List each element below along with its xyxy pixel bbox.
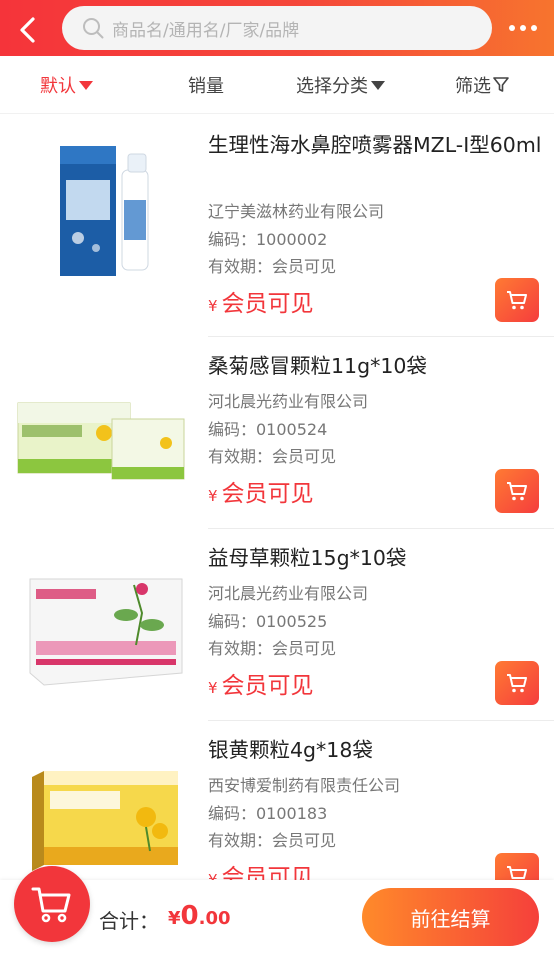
- sangju-ganmao-box-image: [17, 402, 185, 480]
- shopping-cart-button[interactable]: [14, 866, 90, 942]
- product-price: ¥会员可见: [208, 666, 314, 700]
- price-currency: ¥: [208, 297, 218, 315]
- filter-bar: 默认 销量 选择分类 筛选: [0, 56, 554, 114]
- product-name: 生理性海水鼻腔喷雾器MZL-I型60ml: [208, 133, 542, 157]
- caret-down-icon: [371, 80, 385, 90]
- product-item[interactable]: 益母草颗粒15g*10袋 河北晨光药业有限公司 编码：0100525 有效期：会…: [0, 529, 554, 720]
- total-currency: ¥: [168, 908, 181, 929]
- price-text: 会员可见: [221, 481, 314, 507]
- add-to-cart-button[interactable]: [495, 469, 539, 513]
- product-name: 益母草颗粒15g*10袋: [208, 546, 407, 570]
- cart-icon: [507, 482, 527, 501]
- product-expiry: 有效期：会员可见: [208, 639, 337, 658]
- product-price: ¥会员可见: [208, 474, 314, 508]
- top-bar: 商品名/通用名/厂家/品牌: [0, 0, 554, 56]
- checkout-button[interactable]: 前往结算: [362, 888, 539, 946]
- caret-down-icon: [79, 80, 93, 90]
- search-bar[interactable]: 商品名/通用名/厂家/品牌: [62, 6, 492, 50]
- product-image[interactable]: [14, 747, 192, 887]
- yinhuang-box-image: [32, 771, 178, 871]
- product-image[interactable]: [14, 140, 192, 280]
- price-text: 会员可见: [221, 291, 314, 317]
- product-image[interactable]: [14, 363, 192, 503]
- filter-default[interactable]: 默认: [40, 72, 93, 98]
- price-currency: ¥: [208, 487, 218, 505]
- cart-icon: [31, 887, 71, 923]
- product-expiry: 有效期：会员可见: [208, 257, 337, 276]
- product-name: 银黄颗粒4g*18袋: [208, 738, 373, 762]
- filter-sales[interactable]: 销量: [188, 72, 224, 98]
- price-currency: ¥: [208, 679, 218, 697]
- total-amount-dec: .00: [198, 908, 231, 929]
- search-placeholder: 商品名/通用名/厂家/品牌: [112, 21, 300, 41]
- chevron-left-icon: [20, 17, 35, 43]
- product-image[interactable]: [14, 555, 192, 695]
- cart-icon: [507, 674, 527, 693]
- product-code: 编码：0100183: [208, 804, 328, 823]
- price-text: 会员可见: [221, 673, 314, 699]
- product-item[interactable]: 桑菊感冒颗粒11g*10袋 河北晨光药业有限公司 编码：0100524 有效期：…: [0, 337, 554, 528]
- cart-icon: [507, 291, 527, 310]
- product-maker: 辽宁美滋林药业有限公司: [208, 202, 385, 221]
- nasal-spray-box-image: [60, 146, 149, 276]
- more-button[interactable]: [504, 16, 544, 40]
- product-item[interactable]: 生理性海水鼻腔喷雾器MZL-I型60ml 辽宁美滋林药业有限公司 编码：1000…: [0, 114, 554, 322]
- product-expiry: 有效期：会员可见: [208, 447, 337, 466]
- product-name: 桑菊感冒颗粒11g*10袋: [208, 354, 427, 378]
- product-maker: 西安博爱制药有限责任公司: [208, 776, 401, 795]
- add-to-cart-button[interactable]: [495, 278, 539, 322]
- add-to-cart-button[interactable]: [495, 661, 539, 705]
- filter-category[interactable]: 选择分类: [296, 72, 385, 98]
- more-dots-icon: [509, 25, 537, 31]
- product-code: 编码：0100524: [208, 420, 328, 439]
- filter-default-label: 默认: [40, 76, 76, 97]
- product-code: 编码：1000002: [208, 230, 328, 249]
- total-label: 合计：: [99, 909, 159, 933]
- product-maker: 河北晨光药业有限公司: [208, 584, 369, 603]
- product-code: 编码：0100525: [208, 612, 328, 631]
- filter-screen[interactable]: 筛选: [455, 72, 509, 98]
- search-icon: [83, 18, 104, 39]
- filter-category-label: 选择分类: [296, 76, 368, 97]
- yimucao-box-image: [29, 578, 183, 686]
- product-price: ¥会员可见: [208, 284, 314, 318]
- funnel-icon: [493, 77, 509, 92]
- filter-screen-label: 筛选: [455, 76, 491, 97]
- total-amount-int: 0: [180, 901, 199, 931]
- product-expiry: 有效期：会员可见: [208, 831, 337, 850]
- filter-sales-label: 销量: [188, 76, 224, 97]
- back-button[interactable]: [10, 12, 46, 48]
- product-maker: 河北晨光药业有限公司: [208, 392, 369, 411]
- total-amount: ¥0.00: [168, 901, 231, 931]
